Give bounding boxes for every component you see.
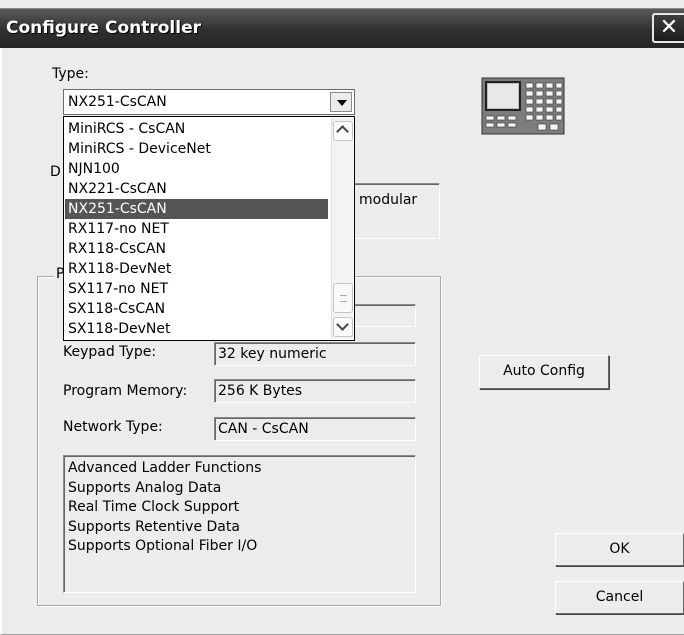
list-item[interactable]: RX118-CsCAN [65,239,328,259]
title-bar: Configure Controller ✕ [0,8,684,48]
list-item[interactable]: MiniRCS - CsCAN [65,119,328,139]
cancel-button[interactable]: Cancel [555,581,684,614]
network-type-label: Network Type: [63,419,163,435]
controller-device-icon [478,74,570,138]
list-item-selected[interactable]: NX251-CsCAN [65,199,328,219]
feature-item: Real Time Clock Support [68,499,240,515]
cancel-label: Cancel [595,589,644,605]
description-label: D [50,164,61,180]
list-item[interactable]: MiniRCS - DeviceNet [65,139,328,159]
feature-item: Supports Optional Fiber I/O [68,538,258,554]
list-item[interactable]: RX118-DevNet [65,259,328,279]
auto-config-label: Auto Config [503,363,585,379]
list-item[interactable]: SX117-no NET [65,279,328,299]
type-label: Type: [52,66,89,82]
keypad-type-value: 32 key numeric [218,346,327,362]
program-memory-field: 256 K Bytes [214,379,416,403]
list-item[interactable]: RX117-no NET [65,219,328,239]
list-item[interactable]: SX118-DevNet [65,319,328,339]
close-button[interactable]: ✕ [652,13,684,43]
type-selected-value: NX251-CsCAN [68,94,167,110]
feature-item: Advanced Ladder Functions [68,460,262,476]
close-icon: ✕ [659,15,679,40]
program-memory-value: 256 K Bytes [218,383,303,399]
keypad-type-field: 32 key numeric [214,342,416,366]
program-memory-label: Program Memory: [63,383,188,399]
scrollbar-thumb[interactable] [333,283,353,313]
list-item[interactable]: SX118-CsCAN [65,299,328,319]
window-title: Configure Controller [6,18,201,38]
feature-item: Supports Retentive Data [68,518,240,535]
ok-button[interactable]: OK [555,533,684,566]
description-field: modular [340,183,440,239]
features-list: Advanced Ladder Functions Supports Analo… [63,455,416,593]
network-type-field: CAN - CsCAN [214,417,416,441]
keypad-type-label: Keypad Type: [63,344,157,360]
type-combobox[interactable]: NX251-CsCAN [63,89,355,115]
ok-label: OK [609,541,630,557]
list-item[interactable]: NJN100 [65,159,328,179]
chevron-up-icon[interactable] [333,121,353,141]
chevron-down-icon[interactable] [333,317,353,337]
network-type-value: CAN - CsCAN [218,421,309,437]
dropdown-scrollbar[interactable] [331,118,353,339]
feature-item: Supports Analog Data [68,479,222,496]
list-item[interactable]: NX221-CsCAN [65,179,328,199]
description-text: modular [359,192,418,208]
chevron-down-icon[interactable] [330,92,352,112]
type-dropdown-list[interactable]: MiniRCS - CsCAN MiniRCS - DeviceNet NJN1… [63,116,355,341]
auto-config-button[interactable]: Auto Config [479,355,609,389]
configure-controller-dialog: Configure Controller ✕ Type: NX251-CsCAN… [0,0,684,635]
